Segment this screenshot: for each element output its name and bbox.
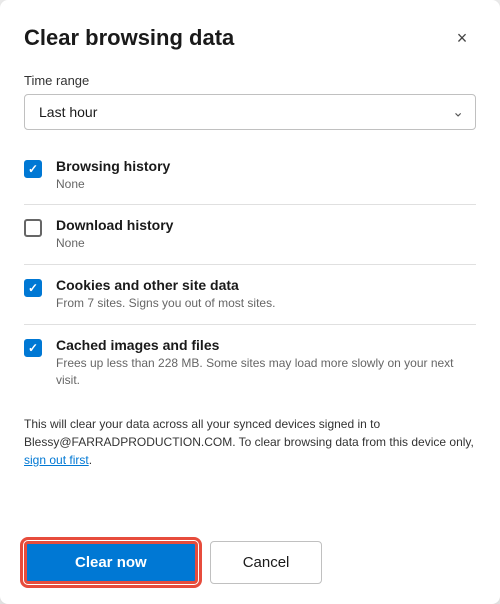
dialog-title: Clear browsing data <box>24 24 234 53</box>
checkbox-download-history[interactable] <box>24 219 42 237</box>
option-download-history-title: Download history <box>56 217 476 233</box>
option-download-history-desc: None <box>56 235 476 252</box>
checkbox-cookies[interactable] <box>24 279 42 297</box>
option-browsing-history-desc: None <box>56 176 476 193</box>
option-cached-images: Cached images and files Frees up less th… <box>24 327 476 399</box>
checkbox-cached-images-box[interactable] <box>24 339 42 357</box>
options-list: Browsing history None Download history N… <box>24 148 484 541</box>
close-button[interactable]: × <box>448 24 476 52</box>
divider-3 <box>24 324 476 325</box>
option-cookies-desc: From 7 sites. Signs you out of most site… <box>56 295 476 312</box>
option-browsing-history-title: Browsing history <box>56 158 476 174</box>
time-range-section: Time range Last hourLast 24 hoursLast 7 … <box>24 73 476 148</box>
time-range-select[interactable]: Last hourLast 24 hoursLast 7 daysLast 4 … <box>24 94 476 130</box>
checkbox-browsing-history-box[interactable] <box>24 160 42 178</box>
info-text-suffix: . <box>89 453 92 467</box>
checkbox-download-history-box[interactable] <box>24 219 42 237</box>
option-browsing-history: Browsing history None <box>24 148 476 203</box>
clear-browsing-data-dialog: Clear browsing data × Time range Last ho… <box>0 0 500 604</box>
checkbox-cached-images[interactable] <box>24 339 42 357</box>
info-text: This will clear your data across all you… <box>24 415 476 469</box>
option-cookies-text: Cookies and other site data From 7 sites… <box>56 277 476 312</box>
option-cookies-title: Cookies and other site data <box>56 277 476 293</box>
time-range-label: Time range <box>24 73 476 88</box>
dialog-header: Clear browsing data × <box>24 24 476 53</box>
divider-2 <box>24 264 476 265</box>
divider-1 <box>24 204 476 205</box>
option-cached-images-title: Cached images and files <box>56 337 476 353</box>
checkbox-cookies-box[interactable] <box>24 279 42 297</box>
option-cached-images-desc: Frees up less than 228 MB. Some sites ma… <box>56 355 476 389</box>
info-text-prefix: This will clear your data across all you… <box>24 417 474 449</box>
button-row: Clear now Cancel <box>24 541 476 584</box>
sign-out-first-link[interactable]: sign out first <box>24 453 89 467</box>
option-download-history-text: Download history None <box>56 217 476 252</box>
checkbox-browsing-history[interactable] <box>24 160 42 178</box>
option-download-history: Download history None <box>24 207 476 262</box>
cancel-button[interactable]: Cancel <box>210 541 323 584</box>
option-browsing-history-text: Browsing history None <box>56 158 476 193</box>
option-cookies: Cookies and other site data From 7 sites… <box>24 267 476 322</box>
time-range-select-wrapper: Last hourLast 24 hoursLast 7 daysLast 4 … <box>24 94 476 130</box>
clear-now-button[interactable]: Clear now <box>24 541 198 584</box>
option-cached-images-text: Cached images and files Frees up less th… <box>56 337 476 389</box>
